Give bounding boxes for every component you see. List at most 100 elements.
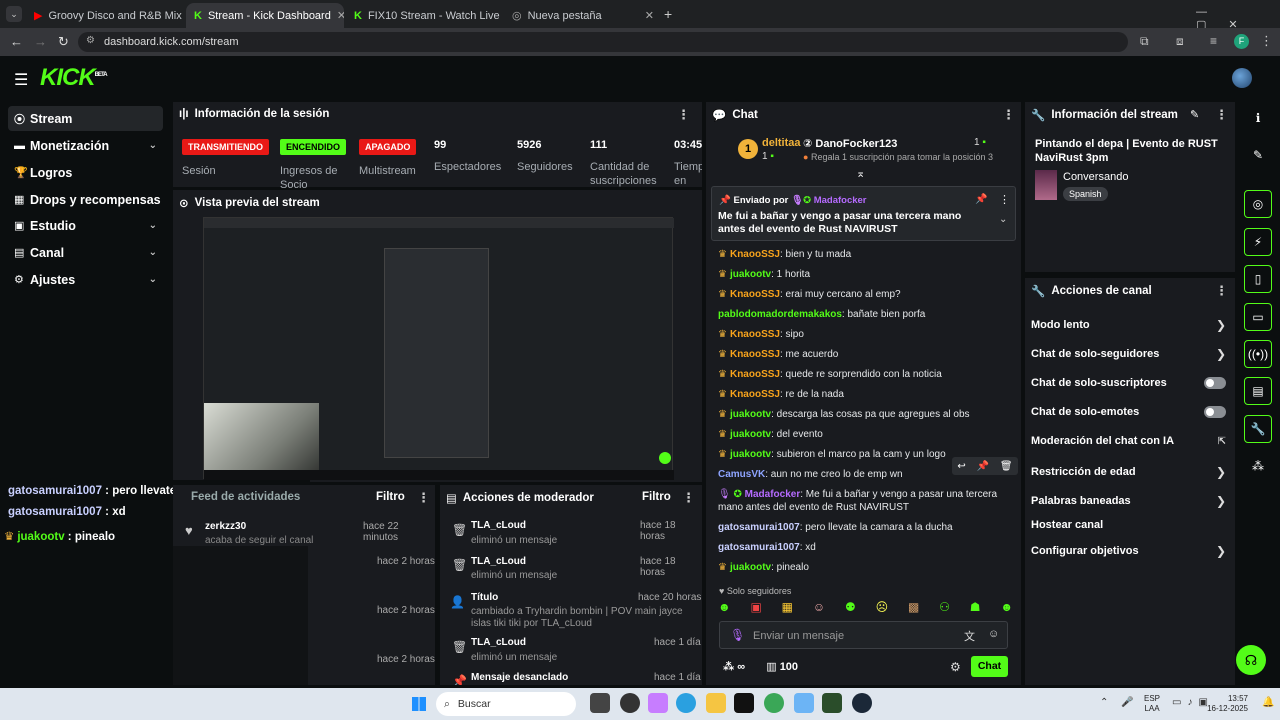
- site-info-icon[interactable]: ⚙: [86, 35, 95, 46]
- forward-icon[interactable]: →: [34, 34, 47, 49]
- emote-icon[interactable]: ⚇: [939, 600, 950, 616]
- windows-start-icon[interactable]: [412, 697, 426, 711]
- chat-username[interactable]: Madafocker: [745, 489, 801, 500]
- kick-logo[interactable]: KICKBETA: [40, 64, 108, 92]
- sidebar-item-drops[interactable]: ▦ Drops y recompensas: [8, 187, 163, 212]
- sidebar-item-stream[interactable]: ⦿ Stream: [8, 106, 163, 131]
- add-widget-icon[interactable]: ⁂: [1244, 452, 1272, 480]
- message-icon[interactable]: ▭: [1244, 303, 1272, 331]
- tab-fix10[interactable]: K FIX10 Stream - Watch Live 🔊 ✕: [346, 3, 504, 28]
- sidebar-item-logros[interactable]: 🏆 Logros: [8, 160, 163, 185]
- target-icon[interactable]: ◎: [1244, 190, 1272, 218]
- lightning-icon[interactable]: ⚡: [1244, 228, 1272, 256]
- tab-youtube[interactable]: ▶ Groovy Disco and R&B Mix at a ✕: [26, 3, 184, 28]
- stream-video[interactable]: [203, 217, 674, 480]
- chat-message[interactable]: ♛ KnaooSSJ: bien y tu mada: [718, 248, 1018, 261]
- chat-input[interactable]: 🎙 Enviar un mensaje 文 ☺: [719, 621, 1008, 649]
- chat-message[interactable]: ♛ juakootv: 1 horita: [718, 268, 1018, 281]
- info-icon[interactable]: ℹ: [1244, 104, 1272, 132]
- emoji-icon[interactable]: ☺: [988, 628, 999, 640]
- channel-action-modo-lento[interactable]: Modo lento ❯: [1031, 318, 1226, 332]
- more-options-icon[interactable]: ⋮: [677, 107, 690, 123]
- more-options-icon[interactable]: ⋮: [682, 490, 695, 506]
- chat-username[interactable]: KnaooSSJ: [730, 249, 780, 260]
- more-options-icon[interactable]: ⋮: [417, 490, 430, 506]
- channel-action-solo-seguidores[interactable]: Chat de solo-seguidores ❯: [1031, 347, 1226, 361]
- broadcast-icon[interactable]: ((•)): [1244, 340, 1272, 368]
- collapse-icon[interactable]: ⌅: [856, 167, 865, 180]
- more-options-icon[interactable]: ⋮: [1215, 107, 1228, 123]
- emote-icon[interactable]: ⚉: [845, 600, 856, 616]
- taskbar-app-icon[interactable]: [648, 693, 668, 713]
- chat-message[interactable]: ♛ KnaooSSJ: erai muy cercano al emp?: [718, 288, 1018, 301]
- filter-button[interactable]: Filtro: [376, 491, 405, 503]
- edit-icon[interactable]: ✎: [1190, 108, 1199, 121]
- emote-icon[interactable]: ▣: [750, 600, 761, 616]
- more-options-icon[interactable]: ⋮: [1215, 283, 1228, 299]
- folder-icon[interactable]: [706, 693, 726, 713]
- emote-icon[interactable]: ☻: [718, 600, 731, 616]
- chat-username[interactable]: juakootv: [730, 429, 771, 440]
- channel-action-palabras-baneadas[interactable]: Palabras baneadas ❯: [1031, 494, 1226, 508]
- reply-icon[interactable]: ↩: [957, 461, 965, 472]
- tab-search-icon[interactable]: ⌄: [6, 6, 22, 22]
- tab-new[interactable]: ◎ Nueva pestaña ✕: [504, 3, 662, 28]
- taskbar-app-icon[interactable]: [794, 693, 814, 713]
- chat-username[interactable]: juakootv: [730, 409, 771, 420]
- close-icon[interactable]: ✕: [645, 9, 654, 22]
- taskbar-search[interactable]: ⌕ Buscar: [436, 692, 576, 716]
- extensions-icon[interactable]: ⧉: [1140, 34, 1149, 49]
- sidebar-item-monetizacion[interactable]: ▬ Monetización ⌄: [8, 133, 163, 158]
- notification-bell-icon[interactable]: 🔔: [1262, 697, 1274, 708]
- menu-lines-icon[interactable]: ≡: [1210, 34, 1217, 48]
- chat-username[interactable]: juakootv: [730, 269, 771, 280]
- profile-avatar[interactable]: F: [1234, 34, 1249, 49]
- support-headset-icon[interactable]: ☊: [1236, 645, 1266, 675]
- chat-username[interactable]: KnaooSSJ: [730, 349, 780, 360]
- taskbar-clock[interactable]: 13:57 16-12-2025: [1206, 694, 1248, 714]
- chat-message[interactable]: gatosamurai1007: xd: [718, 541, 1018, 554]
- chat-username[interactable]: juakootv: [730, 562, 771, 573]
- chat-username[interactable]: KnaooSSJ: [730, 289, 780, 300]
- tray-chevron-icon[interactable]: ⌃: [1100, 697, 1108, 708]
- chat-username[interactable]: KnaooSSJ: [730, 369, 780, 380]
- layout-icon[interactable]: ▤: [1244, 377, 1272, 405]
- new-tab-button[interactable]: +: [664, 6, 672, 22]
- channel-action-objetivos[interactable]: Configurar objetivos ❯: [1031, 544, 1226, 558]
- mic-icon[interactable]: 🎤: [1121, 697, 1133, 708]
- chat-settings-icon[interactable]: ⚙: [950, 660, 961, 674]
- mic-icon[interactable]: 🎙: [730, 628, 745, 642]
- url-field[interactable]: ⚙ dashboard.kick.com/stream: [78, 32, 1128, 52]
- chat-username[interactable]: juakootv: [730, 449, 771, 460]
- channel-action-hostear[interactable]: Hostear canal: [1031, 519, 1226, 531]
- chat-username[interactable]: gatosamurai1007: [718, 542, 800, 553]
- chat-message[interactable]: ♛ juakootv: pinealo: [718, 561, 1018, 574]
- steam-icon[interactable]: [852, 693, 872, 713]
- toggle-switch[interactable]: [1204, 406, 1226, 418]
- hamburger-menu-icon[interactable]: ☰: [14, 70, 28, 90]
- trash-icon[interactable]: 🗑: [1000, 461, 1013, 472]
- toggle-switch[interactable]: [1204, 377, 1226, 389]
- taskbar-app-icon[interactable]: [620, 693, 640, 713]
- chat-message[interactable]: pablodomadordemakakos: bañate bien porfa: [718, 308, 1018, 321]
- chat-message[interactable]: ♛ KnaooSSJ: quede re sorprendido con la n…: [718, 368, 1018, 381]
- sidebar-item-canal[interactable]: ▤ Canal ⌄: [8, 240, 163, 265]
- chat-username[interactable]: pablodomadordemakakos: [718, 309, 842, 320]
- emote-icon[interactable]: ☺: [813, 600, 825, 616]
- channel-action-moderacion-ia[interactable]: Moderación del chat con IA ⇱: [1031, 435, 1226, 447]
- emote-icon[interactable]: ▩: [908, 600, 919, 616]
- chat-username[interactable]: gatosamurai1007: [718, 522, 800, 533]
- chrome-icon[interactable]: [764, 693, 784, 713]
- telegram-icon[interactable]: [676, 693, 696, 713]
- sidebar-item-ajustes[interactable]: ⚙ Ajustes ⌄: [8, 267, 163, 292]
- chat-message[interactable]: ♛ KnaooSSJ: re de la nada: [718, 388, 1018, 401]
- pencil-icon[interactable]: ✎: [1244, 141, 1272, 169]
- translate-icon[interactable]: 文: [964, 628, 975, 644]
- chat-message[interactable]: ♛ juakootv: descarga las cosas pa que agr…: [718, 408, 1018, 421]
- users-icon[interactable]: ⁂ ∞: [723, 661, 745, 673]
- wrench-icon[interactable]: 🔧: [1244, 415, 1272, 443]
- language-indicator[interactable]: ESP LAA: [1144, 694, 1160, 714]
- emote-icon[interactable]: ☗: [970, 600, 981, 616]
- emote-icon[interactable]: ▦: [782, 600, 793, 616]
- more-options-icon[interactable]: ⋮: [1002, 107, 1015, 123]
